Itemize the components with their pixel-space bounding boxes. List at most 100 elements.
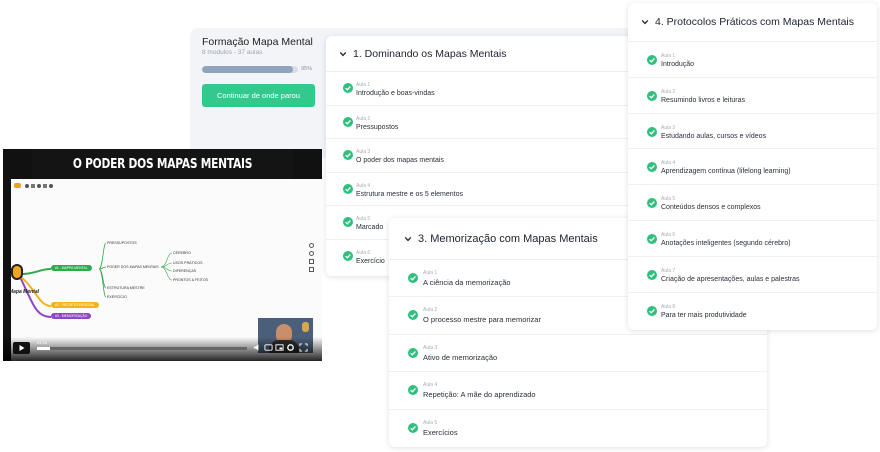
lesson-number: Aula 2 bbox=[423, 307, 438, 314]
course-progress-fill bbox=[202, 66, 294, 73]
expand-icon[interactable] bbox=[309, 267, 314, 272]
mindmap-subnode: EXERCÍCIO bbox=[107, 295, 127, 299]
lesson-title: Marcado bbox=[356, 224, 384, 231]
seek-progress bbox=[37, 347, 50, 350]
check-circle-icon bbox=[647, 305, 657, 316]
lesson-item[interactable]: Aula 4 Estrutura mestre e os 5 elementos bbox=[326, 173, 656, 206]
video-player[interactable]: O PODER DOS MAPAS MENTAIS Mapa Mental #1 bbox=[3, 149, 322, 361]
video-controls: 01:16 bbox=[3, 337, 322, 361]
captions-icon[interactable] bbox=[264, 343, 273, 352]
lesson-number: Aula 5 bbox=[423, 419, 438, 426]
mindmap-center-label: Mapa Mental bbox=[9, 289, 40, 295]
lesson-number: Aula 3 bbox=[423, 344, 438, 351]
lesson-number: Aula 2 bbox=[356, 115, 371, 122]
mindmap-leaf: CÉREBRO bbox=[173, 251, 191, 255]
check-circle-icon bbox=[343, 217, 353, 227]
lesson-title: Estrutura mestre e os 5 elementos bbox=[356, 190, 463, 198]
lesson-number: Aula 2 bbox=[661, 88, 676, 95]
lesson-item[interactable]: Aula 1 Introdução bbox=[628, 42, 877, 78]
lesson-title: Exercícios bbox=[423, 427, 458, 437]
check-circle-icon bbox=[408, 385, 418, 396]
lesson-title: Aprendizagem contínua (lifelong learning… bbox=[661, 168, 791, 176]
lesson-number: Aula 7 bbox=[661, 267, 676, 274]
lesson-title: Estudando aulas, cursos e vídeos bbox=[661, 132, 767, 140]
continue-button[interactable]: Continuar de onde parou bbox=[202, 84, 315, 107]
course-title: Formação Mapa Mental bbox=[202, 36, 313, 48]
mindmap-leaf: PRONTOS & FEITOS bbox=[173, 278, 209, 282]
lesson-item[interactable]: Aula 5 Conteúdos densos e complexos bbox=[628, 185, 877, 221]
lesson-item[interactable]: Aula 2 Pressupostos bbox=[326, 106, 656, 139]
video-title-banner: O PODER DOS MAPAS MENTAIS bbox=[31, 149, 294, 179]
lesson-item[interactable]: Aula 4 Aprendizagem contínua (lifelong le… bbox=[628, 149, 877, 186]
lesson-item[interactable]: Aula 5 Exercícios bbox=[389, 410, 767, 447]
fullscreen-icon[interactable] bbox=[299, 343, 308, 352]
chevron-down-icon bbox=[404, 236, 412, 241]
mindmap-branch: #2 - PROJETO PESSOAL bbox=[51, 302, 99, 308]
lesson-item[interactable]: Aula 1 Introdução e boas-vindas bbox=[326, 72, 656, 106]
zoom-out-icon[interactable] bbox=[309, 251, 314, 256]
check-circle-icon bbox=[647, 162, 657, 173]
module-panel-4: 4. Protocolos Práticos com Mapas Mentais… bbox=[628, 3, 877, 330]
lesson-item[interactable]: Aula 6 Anotações inteligentes (segundo cé… bbox=[628, 221, 877, 257]
check-circle-icon bbox=[343, 116, 353, 127]
check-circle-icon bbox=[343, 150, 353, 160]
check-circle-icon bbox=[408, 273, 418, 283]
lesson-list: Aula 1 Introdução Aula 2 Resumindo livros e… bbox=[628, 42, 877, 328]
lesson-number: Aula 1 bbox=[356, 82, 371, 88]
lesson-item[interactable]: Aula 3 Ativo de memorização bbox=[389, 335, 767, 373]
mindmap-subnode: PODER DOS MAPAS MENTAIS bbox=[107, 265, 159, 269]
lesson-title: Conteúdos densos e complexos bbox=[661, 204, 761, 212]
lesson-item[interactable]: Aula 3 Estudando aulas, cursos e vídeos bbox=[628, 114, 877, 150]
play-button[interactable] bbox=[13, 342, 30, 354]
lesson-title: Ativo de memorização bbox=[423, 352, 498, 362]
presenter-lamp bbox=[302, 322, 309, 332]
check-circle-icon bbox=[647, 55, 657, 65]
lesson-item[interactable]: Aula 8 Para ter mais produtividade bbox=[628, 293, 877, 329]
lesson-number: Aula 4 bbox=[423, 382, 438, 389]
check-circle-icon bbox=[647, 126, 657, 137]
check-circle-icon bbox=[343, 83, 353, 93]
lesson-item[interactable]: Aula 3 O poder dos mapas mentais bbox=[326, 139, 656, 173]
lesson-number: Aula 4 bbox=[661, 160, 676, 167]
check-circle-icon bbox=[408, 347, 418, 358]
check-circle-icon bbox=[647, 90, 657, 101]
play-icon bbox=[19, 345, 25, 351]
check-circle-icon bbox=[647, 233, 657, 244]
mindmap-leaf: USOS PRÁTICOS bbox=[173, 261, 203, 265]
mindmap-leaf: DIFERENÇAS bbox=[173, 269, 197, 273]
lesson-title: O processo mestre para memorizar bbox=[423, 315, 541, 325]
lesson-number: Aula 5 bbox=[356, 216, 371, 222]
lesson-title: Para ter mais produtividade bbox=[661, 311, 747, 319]
lesson-number: Aula 1 bbox=[423, 270, 438, 276]
chevron-down-icon bbox=[641, 19, 649, 25]
check-circle-icon bbox=[647, 269, 657, 280]
fit-icon[interactable] bbox=[309, 259, 314, 264]
lesson-item[interactable]: Aula 4 Repetição: A mãe do aprendizado bbox=[389, 372, 767, 410]
zoom-in-icon[interactable] bbox=[309, 243, 314, 248]
check-circle-icon bbox=[408, 422, 418, 433]
check-circle-icon bbox=[343, 183, 353, 194]
module-header-1[interactable]: 1. Dominando os Mapas Mentais bbox=[326, 36, 656, 72]
lesson-number: Aula 5 bbox=[661, 196, 676, 203]
lesson-title: Introdução e boas-vindas bbox=[356, 90, 435, 97]
lesson-item[interactable]: Aula 7 Criação de apresentações, aulas e … bbox=[628, 257, 877, 293]
lesson-title: Anotações inteligentes (segundo cérebro) bbox=[661, 239, 791, 247]
mindmap-branch: #3 - MEMORIZAÇÃO bbox=[51, 313, 92, 319]
volume-icon[interactable] bbox=[253, 343, 262, 352]
check-circle-icon bbox=[647, 198, 657, 209]
module-header-4[interactable]: 4. Protocolos Práticos com Mapas Mentais bbox=[628, 3, 877, 42]
lesson-title: Resumindo livros e leituras bbox=[661, 96, 746, 104]
picture-in-picture-icon[interactable] bbox=[275, 343, 284, 352]
lesson-item[interactable]: Aula 2 Resumindo livros e leituras bbox=[628, 78, 877, 114]
lesson-title: Exercício bbox=[356, 257, 385, 265]
settings-gear-icon[interactable] bbox=[286, 343, 295, 352]
seek-bar[interactable] bbox=[37, 347, 247, 350]
lesson-number: Aula 3 bbox=[661, 124, 676, 131]
lesson-title: Pressupostos bbox=[356, 123, 399, 131]
course-progress-bar bbox=[202, 66, 298, 73]
lesson-title: Repetição: A mãe do aprendizado bbox=[423, 390, 536, 400]
course-progress-label: 95% bbox=[301, 66, 313, 72]
lesson-title: A ciência da memorização bbox=[423, 278, 511, 287]
lesson-title: Introdução bbox=[661, 61, 695, 68]
lesson-number: Aula 3 bbox=[356, 149, 371, 155]
